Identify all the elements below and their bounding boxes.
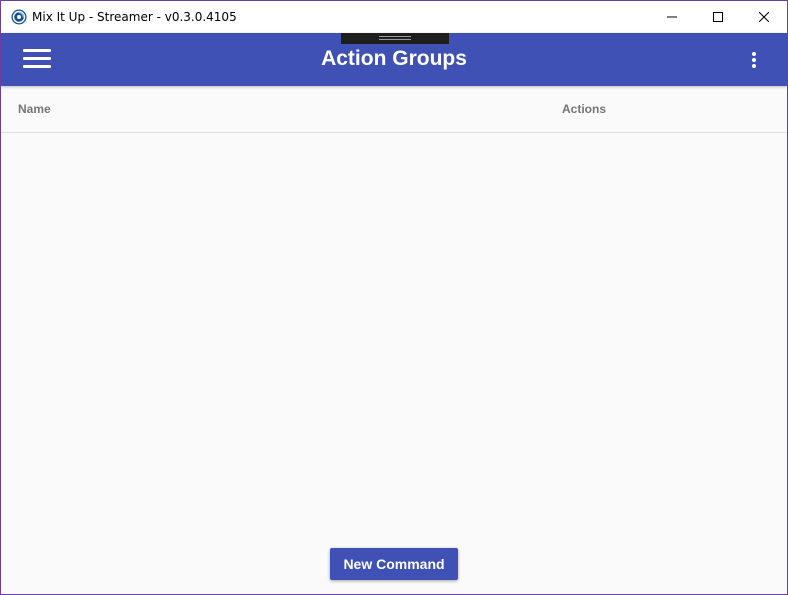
drag-handle[interactable]: [341, 33, 449, 44]
column-header-actions[interactable]: Actions: [562, 102, 606, 116]
table-header: Name Actions: [1, 86, 787, 133]
close-icon: [759, 12, 769, 22]
drag-handle-line: [379, 39, 411, 40]
page-title: Action Groups: [321, 47, 467, 70]
close-button[interactable]: [741, 1, 787, 33]
column-header-name[interactable]: Name: [18, 102, 51, 116]
window-title: Mix It Up - Streamer - v0.3.0.4105: [32, 10, 237, 24]
title-bar[interactable]: Mix It Up - Streamer - v0.3.0.4105: [1, 1, 787, 33]
drag-handle-line: [379, 36, 411, 37]
maximize-icon: [713, 12, 723, 22]
minimize-button[interactable]: [649, 1, 695, 33]
maximize-button[interactable]: [695, 1, 741, 33]
more-vert-icon[interactable]: [745, 50, 763, 70]
new-command-button[interactable]: New Command: [330, 548, 458, 580]
minimize-icon: [667, 16, 677, 18]
mixitup-logo-icon: [11, 9, 27, 25]
app-window: Mix It Up - Streamer - v0.3.0.4105 Actio…: [0, 0, 788, 595]
table-body: [1, 133, 787, 543]
